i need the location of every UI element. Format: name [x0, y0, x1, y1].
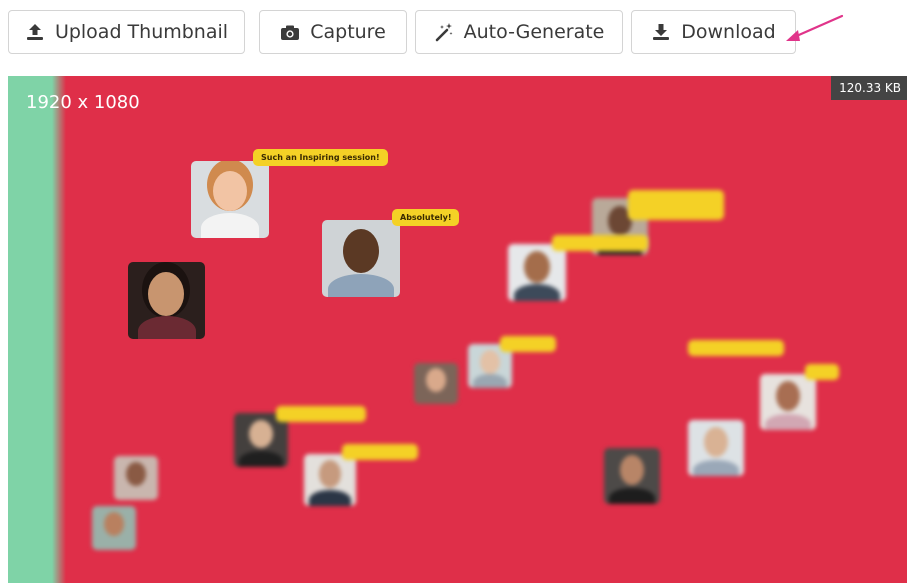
chat-bubble [805, 364, 839, 380]
chat-bubble [552, 235, 648, 251]
magic-wand-icon [434, 22, 454, 42]
chat-bubble [628, 190, 724, 220]
chat-bubble [500, 336, 556, 352]
side-accent-fade [52, 76, 66, 583]
upload-thumbnail-button[interactable]: Upload Thumbnail [8, 10, 245, 54]
file-size-badge: 120.33 KB [831, 76, 907, 100]
participant-avatar [304, 454, 356, 506]
capture-label: Capture [310, 21, 386, 43]
participant-avatar [508, 244, 566, 301]
participant-avatar [191, 161, 269, 238]
chat-bubble [688, 340, 784, 356]
camera-icon [280, 24, 300, 41]
participant-avatar [92, 506, 136, 550]
chat-bubble [276, 406, 366, 422]
participant-avatar [114, 456, 158, 500]
download-label: Download [681, 21, 776, 43]
chat-bubble: Absolutely! [392, 209, 460, 226]
side-accent-bar [8, 76, 52, 583]
participant-avatar [604, 448, 660, 504]
participant-avatar [414, 363, 458, 404]
thumbnail-preview: 1920 x 1080 120.33 KB Such an Inspiring … [8, 76, 907, 583]
annotation-arrow [786, 14, 844, 41]
toolbar: Upload Thumbnail Capture Auto-Generate D… [0, 0, 907, 70]
download-icon [651, 23, 671, 41]
auto-generate-button[interactable]: Auto-Generate [415, 10, 623, 54]
upload-thumbnail-label: Upload Thumbnail [54, 21, 229, 43]
participant-avatar [128, 262, 205, 339]
auto-generate-label: Auto-Generate [463, 21, 605, 43]
participant-avatar [760, 374, 816, 430]
participant-avatar [688, 420, 744, 476]
resolution-label: 1920 x 1080 [26, 92, 140, 113]
chat-bubble [342, 444, 418, 460]
capture-button[interactable]: Capture [259, 10, 407, 54]
upload-icon [25, 23, 45, 41]
download-button[interactable]: Download [631, 10, 796, 54]
chat-bubble: Such an Inspiring session! [253, 149, 388, 166]
participant-avatar [322, 220, 400, 297]
